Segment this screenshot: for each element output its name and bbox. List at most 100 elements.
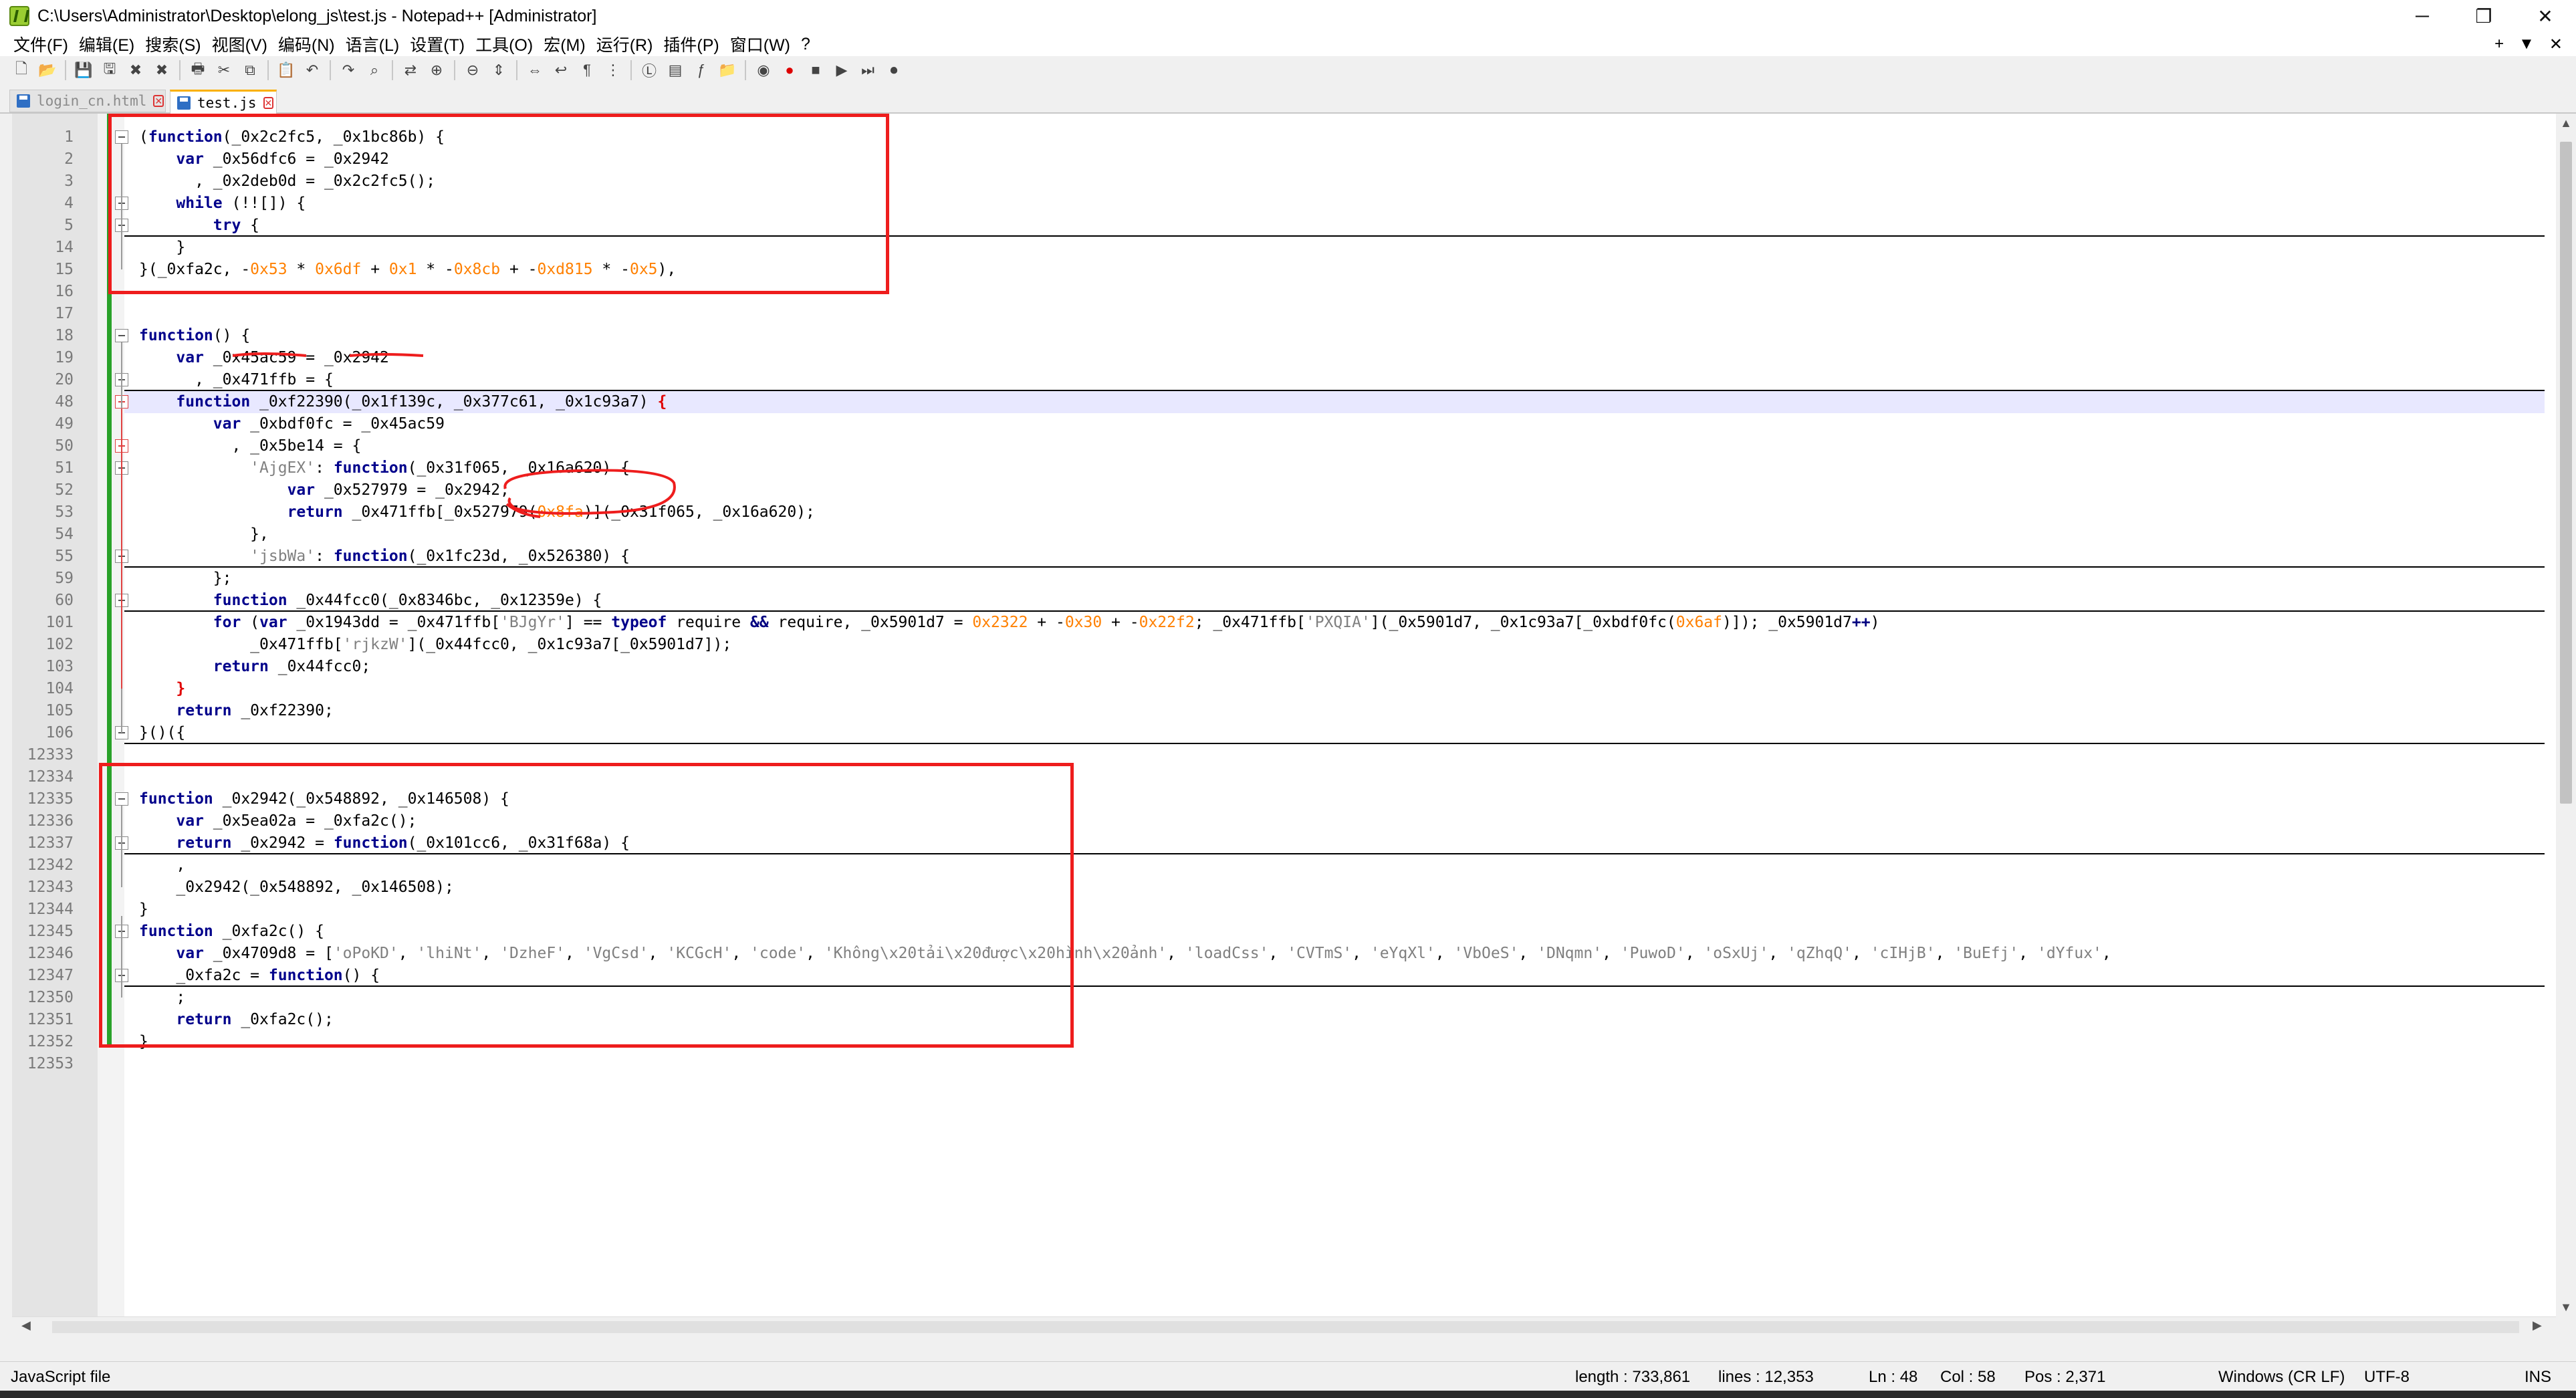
code-line[interactable]: 19 var _0x45ac59 = _0x2942 (55, 347, 2545, 369)
horizontal-scroll-thumb[interactable] (52, 1321, 2519, 1333)
code-line[interactable]: 106}()({ (45, 722, 2545, 744)
code-line[interactable]: 12334 (27, 766, 2545, 788)
paste-icon[interactable]: 📋 (275, 60, 297, 81)
code-line[interactable]: 12345 function _0xfa2c() { (27, 921, 2545, 943)
menu-item-0[interactable]: 文件(F) (0, 32, 74, 56)
redo-icon[interactable]: ↷ (338, 60, 359, 81)
code-line[interactable]: 12333 (27, 744, 2545, 766)
code-line[interactable]: 49 var _0xbdf0fc = _0x45ac59 (55, 413, 2545, 435)
code-line[interactable]: 102 _0x471ffb['rjkzW'](_0x44fcc0, _0x1c9… (45, 634, 2545, 656)
sync-horizontal-icon[interactable]: ⇔ (524, 60, 546, 81)
vertical-scrollbar[interactable]: ▲ ▼ (2556, 114, 2576, 1338)
code-line[interactable]: 54 }, (55, 523, 2545, 546)
menu-item-5[interactable]: 语言(L) (340, 32, 405, 56)
code-line[interactable]: 20 , _0x471ffb = { (55, 369, 2545, 391)
code-line[interactable]: 52 var _0x527979 = _0x2942; (55, 479, 2545, 501)
menu-item-6[interactable]: 设置(T) (404, 32, 470, 56)
save-icon[interactable]: 💾 (73, 60, 94, 81)
tab-test-js[interactable]: test.js ✕ (170, 90, 277, 114)
replace-icon[interactable]: ⇄ (400, 60, 421, 81)
menu-item-2[interactable]: 搜索(S) (140, 32, 206, 56)
open-file-icon[interactable]: 📂 (37, 60, 58, 81)
code-line[interactable]: 12343 _0x2942(_0x548892, _0x146508); (27, 877, 2545, 899)
code-line[interactable]: 12337 return _0x2942 = function(_0x101cc… (27, 832, 2545, 854)
function-list-icon[interactable]: ƒ (691, 60, 712, 81)
menu-item-3[interactable]: 视图(V) (207, 32, 273, 56)
code-line[interactable]: 2 var _0x56dfc6 = _0x2942 (64, 148, 2545, 170)
code-line[interactable]: 14 } (55, 237, 2545, 259)
code-line[interactable]: 60 function _0x44fcc0(_0x8346bc, _0x1235… (55, 590, 2545, 612)
menu-item-4[interactable]: 编码(N) (273, 32, 340, 56)
code-line[interactable]: 17 (55, 303, 2545, 325)
fold-collapse-icon[interactable] (115, 792, 128, 806)
code-line[interactable]: 12352} (27, 1031, 2545, 1053)
scroll-right-arrow-icon[interactable]: ▶ (2533, 1318, 2542, 1332)
code-line[interactable]: 12350 ; (27, 987, 2545, 1009)
menu-item-9[interactable]: 运行(R) (591, 32, 659, 56)
save-macro-icon[interactable]: ⏺ (883, 60, 905, 81)
monitor-icon[interactable]: ◉ (753, 60, 774, 81)
code-line[interactable]: 59 }; (55, 568, 2545, 590)
code-line[interactable]: 51 'AjgEX': function(_0x31f065, _0x16a62… (55, 457, 2545, 479)
code-line[interactable]: 16 (55, 281, 2545, 303)
sync-vertical-icon[interactable]: ⇕ (488, 60, 509, 81)
status-insert-mode[interactable]: INS (2525, 1368, 2551, 1387)
code-line[interactable]: 12346 var _0x4709d8 = ['oPoKD', 'lhiNt',… (27, 943, 2545, 965)
language-icon[interactable]: Ⓛ (638, 60, 660, 81)
notepadpp-app-icon[interactable] (9, 6, 29, 26)
code-line[interactable]: 101 for (var _0x1943dd = _0x471ffb['BJgY… (45, 612, 2545, 634)
copy-icon[interactable]: ⧉ (239, 60, 261, 81)
code-line[interactable]: 105 return _0xf22390; (45, 700, 2545, 722)
show-all-chars-icon[interactable]: ¶ (576, 60, 598, 81)
menu-item-8[interactable]: 宏(M) (538, 32, 590, 56)
zoom-out-icon[interactable]: ⊖ (462, 60, 483, 81)
code-line[interactable]: 53 return _0x471ffb[_0x527979(0x8fa)](_0… (55, 501, 2545, 523)
close-button[interactable]: ✕ (2514, 0, 2576, 32)
vertical-scroll-thumb[interactable] (2560, 142, 2572, 804)
tab-close-icon[interactable]: ✕ (153, 95, 164, 107)
run-macro-icon[interactable]: ⏭ (857, 60, 879, 81)
fold-collapse-icon[interactable] (115, 130, 128, 144)
menu-item-7[interactable]: 工具(O) (470, 32, 538, 56)
code-editor[interactable]: 1 (function(_0x2c2fc5, _0x1bc86b) {2 var … (12, 114, 2576, 1338)
cut-icon[interactable]: ✂ (213, 60, 235, 81)
scroll-down-arrow-icon[interactable]: ▼ (2556, 1300, 2576, 1314)
code-line[interactable]: 50 , _0x5be14 = { (55, 435, 2545, 457)
status-eol[interactable]: Windows (CR LF) (2218, 1368, 2345, 1387)
code-line[interactable]: 55 'jsbWa': function(_0x1fc23d, _0x52638… (55, 546, 2545, 568)
new-tab-button[interactable]: + (2494, 35, 2504, 53)
menu-item-11[interactable]: 窗口(W) (725, 32, 796, 56)
play-macro-icon[interactable]: ▶ (831, 60, 852, 81)
stop-macro-icon[interactable]: ■ (805, 60, 826, 81)
code-line[interactable]: 103 return _0x44fcc0; (45, 656, 2545, 678)
scroll-left-arrow-icon[interactable]: ◀ (21, 1318, 31, 1332)
close-tab-button[interactable]: ✕ (2549, 35, 2563, 54)
doc-map-icon[interactable]: ▤ (665, 60, 686, 81)
code-line[interactable]: 4 while (!![]) { (64, 193, 2545, 215)
print-icon[interactable]: 🖶 (187, 60, 209, 81)
word-wrap-icon[interactable]: ↩ (550, 60, 572, 81)
tab-close-icon[interactable]: ✕ (263, 96, 274, 109)
menu-item-1[interactable]: 编辑(E) (74, 32, 140, 56)
horizontal-scrollbar[interactable]: ◀ ▶ (12, 1316, 2556, 1338)
record-macro-icon[interactable]: ● (779, 60, 800, 81)
code-line[interactable]: 12336 var _0x5ea02a = _0xfa2c(); (27, 810, 2545, 832)
status-encoding[interactable]: UTF-8 (2364, 1368, 2410, 1387)
code-line[interactable]: 12351 return _0xfa2c(); (27, 1009, 2545, 1031)
zoom-in-icon[interactable]: ⊕ (426, 60, 447, 81)
close-icon[interactable]: ✖ (125, 60, 146, 81)
code-line[interactable]: 15}(_0xfa2c, -0x53 * 0x6df + 0x1 * -0x8c… (55, 259, 2545, 281)
close-all-icon[interactable]: ✖ (151, 60, 172, 81)
fold-collapse-icon[interactable] (115, 329, 128, 342)
minimize-button[interactable]: ─ (2391, 0, 2453, 32)
restore-button[interactable]: ❐ (2453, 0, 2514, 32)
code-line[interactable]: 12353 (27, 1053, 2545, 1075)
code-line[interactable]: 104 } (45, 678, 2545, 700)
tab-list-dropdown[interactable]: ▼ (2519, 35, 2535, 53)
code-line[interactable]: 12342 , (27, 854, 2545, 877)
code-line[interactable]: 48 function _0xf22390(_0x1f139c, _0x377c… (55, 391, 2545, 413)
code-area[interactable]: 1 (function(_0x2c2fc5, _0x1bc86b) {2 var … (27, 114, 2545, 1338)
scroll-up-arrow-icon[interactable]: ▲ (2556, 116, 2576, 130)
undo-icon[interactable]: ↶ (302, 60, 323, 81)
find-icon[interactable]: ⌕ (364, 60, 385, 81)
